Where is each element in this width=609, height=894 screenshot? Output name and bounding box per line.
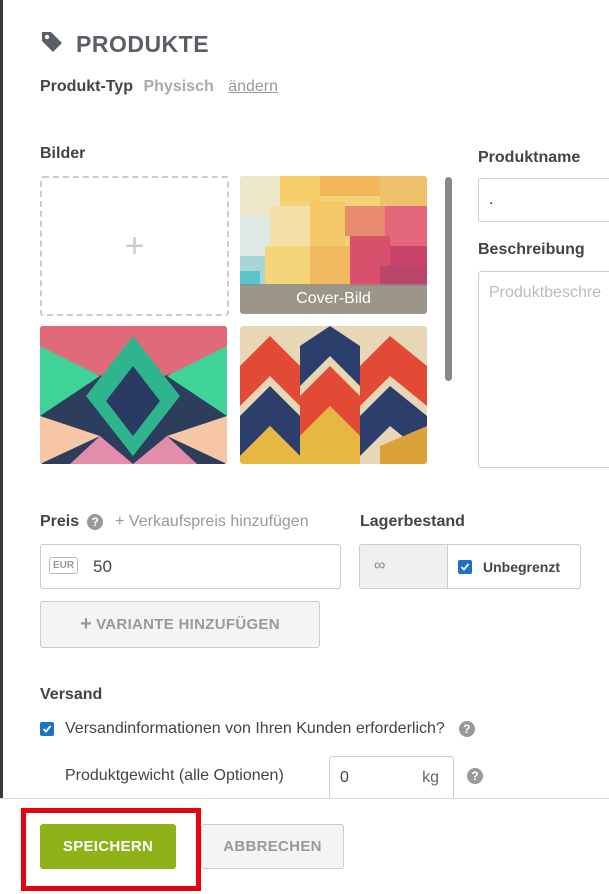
shipping-require-checkbox[interactable] [40, 722, 54, 736]
plus-icon: + [80, 613, 93, 635]
cover-image[interactable]: Cover-Bild [240, 176, 427, 314]
add-image-button[interactable]: + [40, 176, 229, 316]
page-header: PRODUKTE [40, 30, 209, 59]
product-name-label: Produktname [478, 149, 581, 166]
add-variant-label: VARIANTE HINZUFÜGEN [96, 616, 280, 633]
stock-label: Lagerbestand [360, 513, 465, 530]
unlimited-checkbox[interactable] [458, 560, 472, 574]
help-icon[interactable]: ? [87, 514, 104, 530]
product-type-row: Produkt-Typ Physisch ändern [40, 78, 278, 96]
unlimited-label: Unbegrenzt [483, 559, 560, 575]
add-sale-price-link[interactable]: + Verkaufspreis hinzufügen [115, 513, 308, 531]
price-header: Preis ? + Verkaufspreis hinzufügen [40, 513, 309, 531]
images-scrollbar[interactable] [445, 177, 452, 381]
add-variant-button[interactable]: + VARIANTE HINZUFÜGEN [40, 601, 320, 648]
cancel-button[interactable]: ABBRECHEN [201, 824, 344, 869]
product-image-thumb[interactable] [240, 326, 427, 464]
images-label: Bilder [40, 145, 86, 162]
plus-icon: + [124, 226, 145, 265]
weight-label: Produktgewicht (alle Optionen) [65, 767, 284, 784]
shipping-require-label: Versandinformationen von Ihren Kunden er… [65, 720, 445, 737]
help-icon[interactable]: ? [458, 721, 475, 737]
chevron-image-graphic [240, 326, 427, 464]
geometric-image-graphic [40, 326, 227, 464]
save-button[interactable]: SPEICHERN [40, 824, 176, 869]
cover-image-label: Cover-Bild [240, 284, 427, 314]
stock-field: ∞ Unbegrenzt [359, 544, 581, 589]
stock-input[interactable]: ∞ [360, 545, 448, 588]
shipping-label: Versand [40, 686, 103, 703]
change-type-link[interactable]: ändern [228, 78, 278, 95]
tag-icon [40, 30, 64, 59]
weight-unit: kg [422, 769, 439, 786]
help-icon[interactable]: ? [467, 768, 483, 784]
product-name-value: . [489, 191, 494, 208]
weight-input[interactable]: 0 kg [329, 756, 454, 800]
currency-badge: EUR [49, 557, 79, 574]
description-label: Beschreibung [478, 241, 585, 258]
price-input[interactable]: EUR 50 [40, 544, 341, 589]
left-border [0, 0, 3, 893]
description-textarea[interactable]: Produktbeschre [478, 271, 609, 468]
price-value: 50 [93, 557, 112, 576]
check-icon [42, 725, 52, 733]
weight-value: 0 [340, 769, 349, 786]
shipping-require-row: Versandinformationen von Ihren Kunden er… [40, 720, 475, 738]
product-type-label: Produkt-Typ [40, 78, 134, 95]
price-label: Preis [40, 513, 80, 530]
check-icon [460, 563, 470, 571]
product-image-thumb[interactable] [40, 326, 227, 464]
description-placeholder: Produktbeschre [489, 284, 602, 301]
product-name-input[interactable]: . [478, 178, 609, 222]
stock-value: ∞ [374, 557, 386, 574]
unlimited-toggle[interactable]: Unbegrenzt [458, 559, 560, 575]
product-type-value: Physisch [143, 78, 214, 95]
page-title: PRODUKTE [76, 31, 210, 57]
